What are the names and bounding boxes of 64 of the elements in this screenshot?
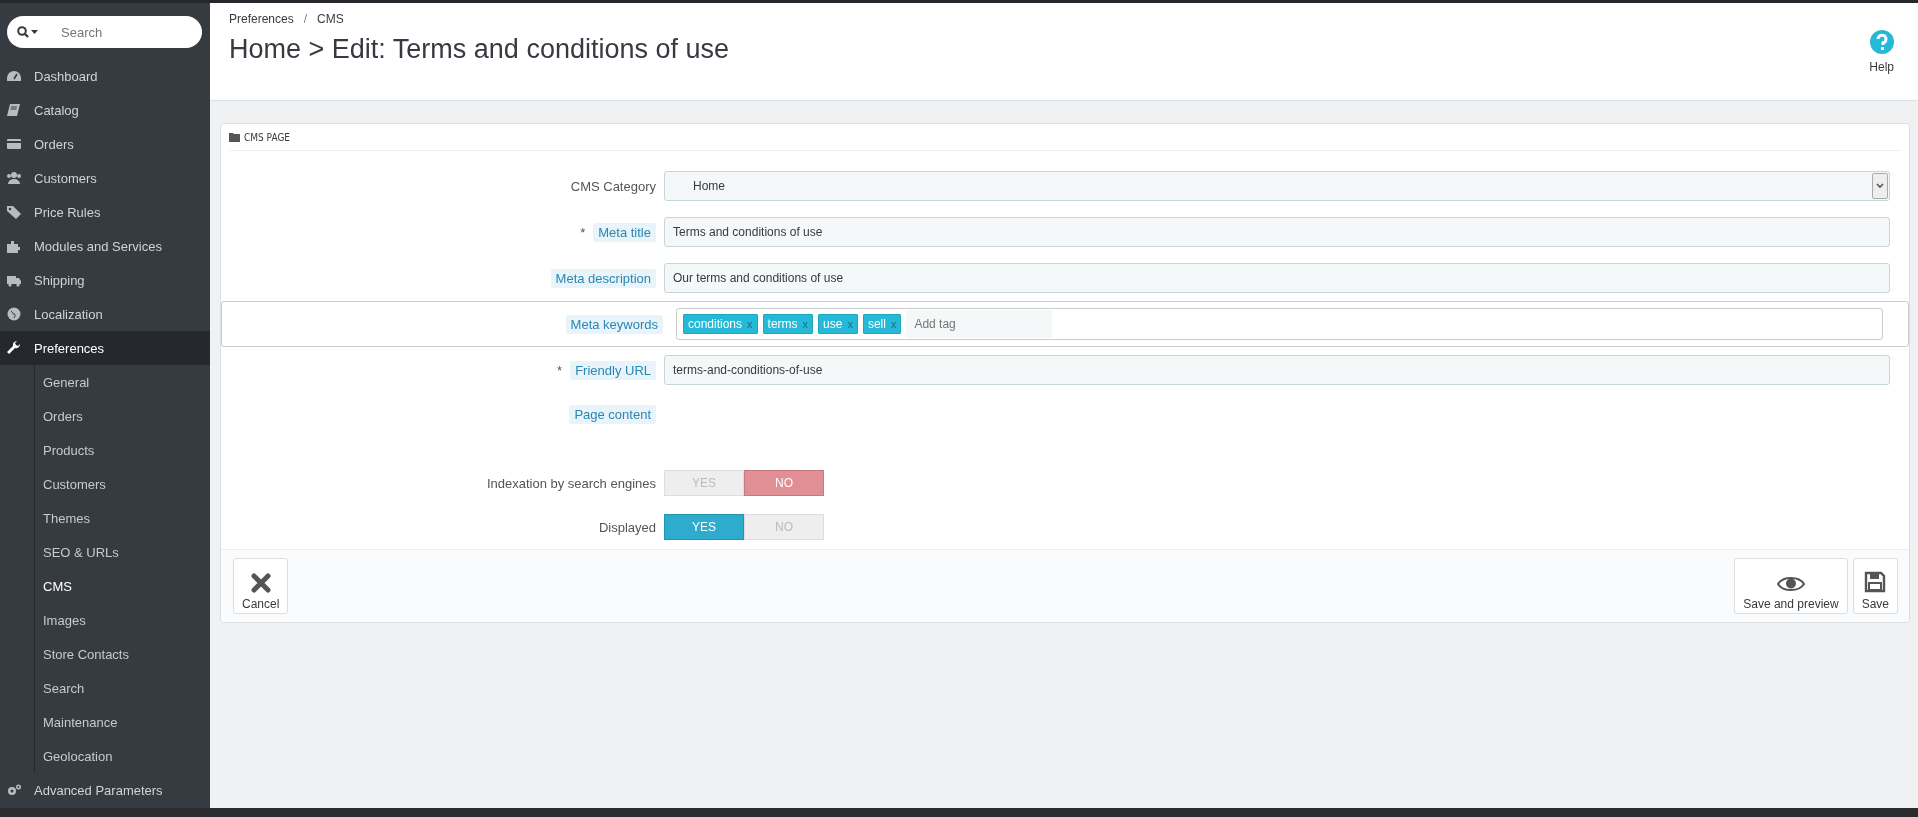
submenu-item[interactable]: General — [35, 365, 210, 399]
field-label: CMS Category — [570, 178, 656, 194]
chevron-icon — [1876, 183, 1884, 189]
submenu-item[interactable]: Orders — [35, 399, 210, 433]
help-button[interactable]: Help — [1863, 29, 1900, 85]
submenu-item[interactable]: Themes — [35, 501, 210, 535]
panel-title: CMS PAGE — [244, 131, 291, 143]
input-field[interactable]: Our terms and conditions of use — [664, 263, 1890, 293]
field-label: Meta keywords — [565, 314, 663, 334]
users-icon — [6, 171, 22, 185]
save-icon — [1864, 571, 1887, 593]
help-icon — [1869, 30, 1894, 54]
gauge-icon — [6, 69, 22, 83]
search-icon — [17, 26, 39, 38]
breadcrumb-link[interactable]: Preferences — [229, 12, 294, 26]
field-label: Page content — [569, 405, 656, 424]
sidebar-item[interactable]: Advanced Parameters — [0, 773, 210, 807]
breadcrumb-separator: / — [303, 12, 308, 26]
submenu-item[interactable]: Search — [35, 671, 210, 705]
sidebar-item[interactable]: Orders — [0, 127, 210, 161]
save-button[interactable]: Save — [1852, 558, 1898, 614]
submenu-item[interactable]: Images — [35, 603, 210, 637]
category-select[interactable]: Home — [664, 171, 1890, 201]
submenu-item[interactable]: Store Contacts — [35, 637, 210, 671]
sidebar-item[interactable]: Preferences — [0, 331, 210, 365]
submenu-item[interactable]: CMS — [35, 569, 210, 603]
field-label: Meta description — [550, 268, 656, 288]
save-preview-button[interactable]: Save and preview — [1734, 558, 1848, 614]
submenu-item[interactable]: Geolocation — [35, 739, 210, 773]
tag-icon — [6, 205, 22, 219]
eye-icon — [1776, 575, 1805, 593]
sidebar-item[interactable]: Customers — [0, 161, 210, 195]
submenu-item[interactable]: Customers — [35, 467, 210, 501]
field-label: Meta title — [593, 222, 656, 242]
gears-icon — [6, 783, 22, 797]
field-label: Indexation by search engines — [486, 475, 656, 491]
truck-icon — [6, 273, 22, 287]
submenu-item[interactable]: Products — [35, 433, 210, 467]
search-field[interactable]: Search — [7, 16, 202, 48]
submenu-item[interactable]: Maintenance — [35, 705, 210, 739]
sidebar-item[interactable]: Localization — [0, 297, 210, 331]
sidebar-item[interactable]: Shipping — [0, 263, 210, 297]
sidebar-item[interactable]: Catalog — [0, 93, 210, 127]
sidebar-item[interactable]: Modules and Services — [0, 229, 210, 263]
wrench-icon — [6, 341, 22, 355]
sidebar-item[interactable]: Price Rules — [0, 195, 210, 229]
required-mark: * — [557, 362, 563, 378]
folder-icon — [229, 132, 240, 142]
input-field[interactable]: terms-and-conditions-of-use — [664, 355, 1890, 385]
credit-card-icon — [6, 137, 22, 151]
page-title: Home > Edit: Terms and conditions of use — [229, 34, 729, 65]
sidebar-item[interactable]: Dashboard — [0, 59, 210, 93]
add-tag-input[interactable]: Add tag — [906, 310, 1053, 338]
submenu-item[interactable]: SEO & URLs — [35, 535, 210, 569]
field-label: Friendly URL — [570, 360, 656, 380]
cancel-button[interactable]: Cancel — [233, 558, 289, 614]
field-label: Displayed — [598, 519, 656, 535]
required-mark: * — [580, 224, 586, 240]
globe-icon — [6, 307, 22, 321]
puzzle-icon — [6, 239, 22, 253]
input-field[interactable]: Terms and conditions of use — [664, 217, 1890, 247]
close-icon — [250, 573, 271, 593]
breadcrumb-link[interactable]: CMS — [317, 12, 344, 26]
book-icon — [6, 103, 22, 117]
